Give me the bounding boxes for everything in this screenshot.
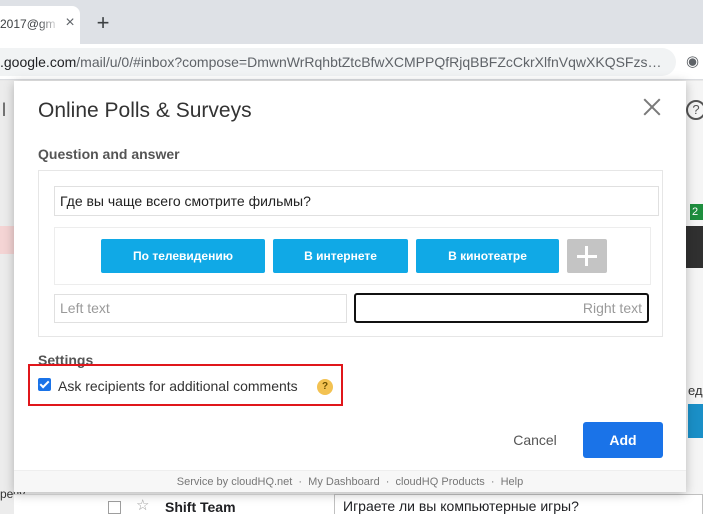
email-row-checkbox[interactable]	[108, 501, 121, 514]
question-input[interactable]: Где вы чаще всего смотрите фильмы?	[54, 186, 659, 216]
gmail-right-button[interactable]	[688, 404, 703, 438]
ask-comments-label[interactable]: Ask recipients for additional comments	[58, 378, 298, 394]
cancel-button[interactable]: Cancel	[495, 423, 575, 457]
answers-container: По телевидению В интернете В кинотеатре	[54, 227, 651, 285]
add-button[interactable]: Add	[583, 422, 663, 458]
footer-dashboard-link[interactable]: My Dashboard	[308, 476, 380, 488]
answer-button-3[interactable]: В кинотеатре	[416, 239, 559, 273]
footer-separator: ·	[490, 476, 495, 488]
dialog-footer: Service by cloudHQ.net · My Dashboard · …	[14, 470, 686, 492]
gmail-sidebar-char: l	[2, 100, 6, 120]
right-text-input[interactable]: Right text	[354, 293, 649, 323]
url-host: .google.com	[0, 54, 77, 70]
gmail-count-badge: 2	[690, 204, 703, 220]
browser-tabstrip: 2017@gm × +	[0, 0, 703, 44]
tab-close-icon[interactable]: ×	[60, 13, 80, 33]
polls-dialog: Online Polls & Surveys Question and answ…	[14, 81, 686, 492]
gmail-sidebar-strip	[0, 81, 14, 514]
gmail-right-panel-dark	[686, 226, 703, 268]
extension-eye-icon[interactable]: ◉	[686, 54, 703, 70]
tab-title-fade	[38, 10, 60, 36]
question-answer-box: Где вы чаще всего смотрите фильмы? По те…	[38, 170, 663, 337]
gmail-help-icon[interactable]: ?	[686, 100, 703, 120]
question-section-label: Question and answer	[38, 146, 180, 162]
browser-tab[interactable]: 2017@gm ×	[0, 6, 80, 44]
ask-comments-checkbox[interactable]	[38, 378, 51, 391]
footer-service-link[interactable]: Service by cloudHQ.net	[177, 476, 293, 488]
email-sender: Shift Team	[165, 499, 236, 514]
gmail-sidebar-selected	[0, 226, 14, 254]
footer-help-link[interactable]: Help	[501, 476, 524, 488]
help-question-icon[interactable]: ?	[317, 379, 333, 395]
poll-preview: Играете ли вы компьютерные игры?	[334, 494, 703, 514]
close-icon[interactable]	[640, 95, 664, 119]
url-text: .google.com/mail/u/0/#inbox?compose=Dmwn…	[0, 54, 666, 70]
footer-separator: ·	[385, 476, 390, 488]
answer-button-2[interactable]: В интернете	[273, 239, 408, 273]
star-icon[interactable]: ☆	[136, 498, 149, 514]
left-text-input[interactable]: Left text	[54, 294, 347, 323]
url-path: /mail/u/0/#inbox?compose=DmwnWrRqhbtZtcB…	[76, 54, 666, 70]
address-bar[interactable]: .google.com/mail/u/0/#inbox?compose=Dmwn…	[0, 48, 676, 76]
add-answer-plus-icon[interactable]	[567, 239, 607, 273]
dialog-title: Online Polls & Surveys	[38, 99, 252, 122]
gmail-right-text: ед	[688, 383, 703, 398]
footer-separator: ·	[298, 476, 303, 488]
new-tab-icon[interactable]: +	[92, 12, 114, 34]
answer-button-1[interactable]: По телевидению	[101, 239, 265, 273]
browser-toolbar: .google.com/mail/u/0/#inbox?compose=Dmwn…	[0, 44, 703, 80]
footer-products-link[interactable]: cloudHQ Products	[396, 476, 485, 488]
